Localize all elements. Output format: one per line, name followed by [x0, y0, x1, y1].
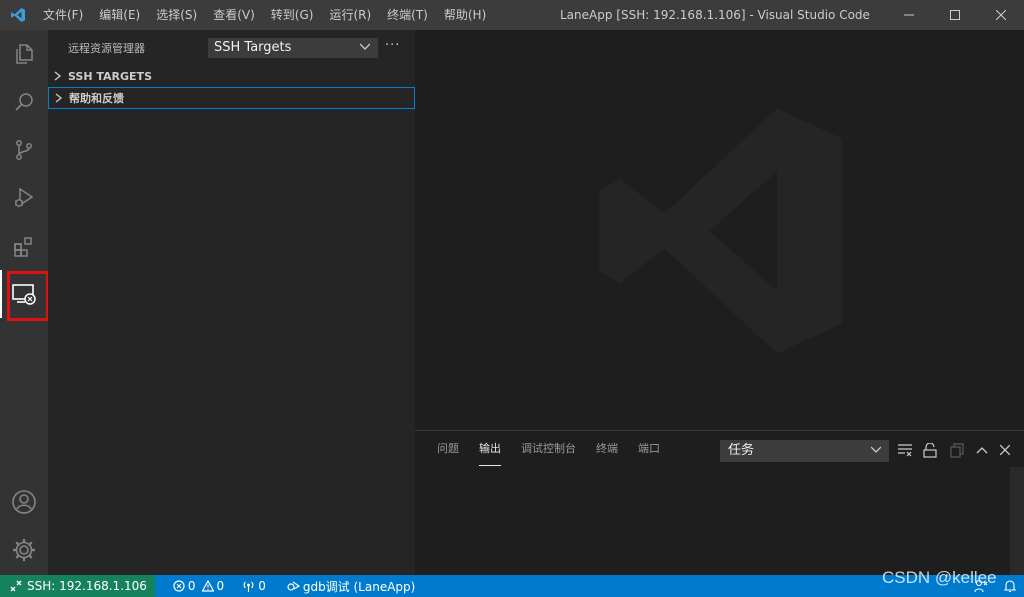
- section-help-feedback-label: 帮助和反馈: [69, 92, 124, 105]
- remote-explorer-sidebar: 远程资源管理器 SSH Targets ··· SSH TARGETS 帮助和反…: [48, 30, 415, 575]
- ssh-targets-select-value: SSH Targets: [214, 40, 292, 55]
- output-channel-select[interactable]: 任务: [720, 440, 889, 462]
- activity-bar: [0, 30, 49, 575]
- account-icon: [12, 490, 36, 514]
- panel-tabs: 问题 输出 调试控制台 终端 端口: [427, 431, 670, 467]
- csdn-watermark: CSDN @kellee: [882, 568, 997, 587]
- menu-edit[interactable]: 编辑(E): [91, 0, 148, 30]
- error-count: 0: [187, 579, 196, 593]
- vscode-watermark-icon: [599, 108, 842, 354]
- close-icon: [1000, 445, 1010, 455]
- sidebar-header: 远程资源管理器 SSH Targets ···: [48, 30, 415, 65]
- menu-bar: 文件(F) 编辑(E) 选择(S) 查看(V) 转到(G) 运行(R) 终端(T…: [35, 0, 494, 30]
- remote-explorer-icon: [12, 284, 36, 305]
- warning-icon: [201, 580, 214, 592]
- menu-terminal[interactable]: 终端(T): [379, 0, 436, 30]
- manage-button[interactable]: [0, 526, 48, 574]
- source-control-button[interactable]: [0, 126, 48, 174]
- editor-area: [415, 30, 1024, 429]
- explorer-button[interactable]: [0, 30, 48, 78]
- minimize-icon: [904, 14, 914, 16]
- copy-icon: [950, 442, 964, 458]
- section-ssh-targets-label: SSH TARGETS: [68, 69, 152, 83]
- extensions-button[interactable]: [0, 222, 48, 270]
- menu-run[interactable]: 运行(R): [321, 0, 379, 30]
- maximize-button[interactable]: [932, 0, 978, 30]
- chevron-right-icon: [55, 93, 69, 103]
- extensions-icon: [14, 237, 32, 257]
- run-debug-button[interactable]: [0, 174, 48, 222]
- broadcast-icon: [243, 581, 254, 592]
- tab-terminal[interactable]: 终端: [586, 431, 628, 467]
- output-channel-value: 任务: [728, 443, 755, 458]
- chevron-down-icon: [871, 446, 881, 453]
- status-bar: SSH: 192.168.1.106 0 0 0 gdb调试 (LaneApp): [0, 575, 1024, 597]
- close-panel-button[interactable]: [997, 442, 1013, 458]
- sidebar-sections: SSH TARGETS 帮助和反馈: [48, 65, 415, 109]
- warning-count: 0: [216, 579, 225, 593]
- account-button[interactable]: [0, 478, 48, 526]
- clear-output-button[interactable]: [897, 442, 913, 458]
- section-ssh-targets[interactable]: SSH TARGETS: [48, 65, 415, 87]
- debug-config-status[interactable]: gdb调试 (LaneApp): [274, 575, 424, 597]
- run-debug-icon: [15, 187, 34, 207]
- remote-indicator[interactable]: SSH: 192.168.1.106: [0, 575, 155, 597]
- menu-view[interactable]: 查看(V): [205, 0, 263, 30]
- maximize-panel-button[interactable]: [974, 442, 990, 458]
- sidebar-title: 远程资源管理器: [68, 41, 145, 55]
- search-button[interactable]: [0, 78, 48, 126]
- remote-explorer-button[interactable]: [0, 270, 48, 318]
- explorer-icon: [16, 44, 33, 64]
- maximize-icon: [950, 10, 960, 20]
- lock-scroll-button[interactable]: [922, 442, 938, 458]
- clear-output-icon: [898, 444, 912, 457]
- bottom-panel: 问题 输出 调试控制台 终端 端口 任务: [415, 430, 1024, 575]
- source-control-icon: [16, 140, 32, 160]
- chevron-down-icon: [360, 43, 370, 50]
- tab-output[interactable]: 输出: [469, 431, 511, 467]
- open-log-button: [949, 442, 965, 458]
- ports-status[interactable]: 0: [232, 575, 274, 597]
- vscode-logo-icon: [0, 0, 35, 30]
- menu-file[interactable]: 文件(F): [35, 0, 91, 30]
- window-title: LaneApp [SSH: 192.168.1.106] - Visual St…: [560, 8, 870, 22]
- section-help-feedback[interactable]: 帮助和反馈: [48, 87, 415, 109]
- minimize-button[interactable]: [886, 0, 932, 30]
- remote-icon: [10, 580, 22, 592]
- tab-ports[interactable]: 端口: [628, 431, 670, 467]
- close-icon: [996, 10, 1006, 20]
- menu-go[interactable]: 转到(G): [263, 0, 322, 30]
- tab-problems[interactable]: 问题: [427, 431, 469, 467]
- chevron-right-icon: [54, 71, 68, 81]
- error-icon: [173, 580, 185, 592]
- menu-help[interactable]: 帮助(H): [436, 0, 494, 30]
- manage-gear-icon: [13, 539, 35, 561]
- unlock-icon: [923, 442, 937, 458]
- ssh-targets-select[interactable]: SSH Targets: [208, 38, 378, 58]
- tab-debug-console[interactable]: 调试控制台: [511, 431, 586, 467]
- remote-label: SSH: 192.168.1.106: [27, 579, 147, 593]
- chevron-up-icon: [976, 447, 988, 454]
- problems-status[interactable]: 0 0: [155, 575, 232, 597]
- search-icon: [15, 93, 33, 111]
- window-controls: [886, 0, 1024, 30]
- ports-count: 0: [258, 579, 266, 593]
- more-actions-button[interactable]: ···: [385, 38, 400, 53]
- close-button[interactable]: [978, 0, 1024, 30]
- panel-scrollbar[interactable]: [1010, 467, 1024, 575]
- debug-icon: [287, 581, 300, 591]
- title-bar: 文件(F) 编辑(E) 选择(S) 查看(V) 转到(G) 运行(R) 终端(T…: [0, 0, 1024, 30]
- menu-selection[interactable]: 选择(S): [148, 0, 205, 30]
- debug-config-label: gdb调试 (LaneApp): [302, 579, 416, 594]
- svg-text:CSDN @kellee: CSDN @kellee: [882, 568, 997, 587]
